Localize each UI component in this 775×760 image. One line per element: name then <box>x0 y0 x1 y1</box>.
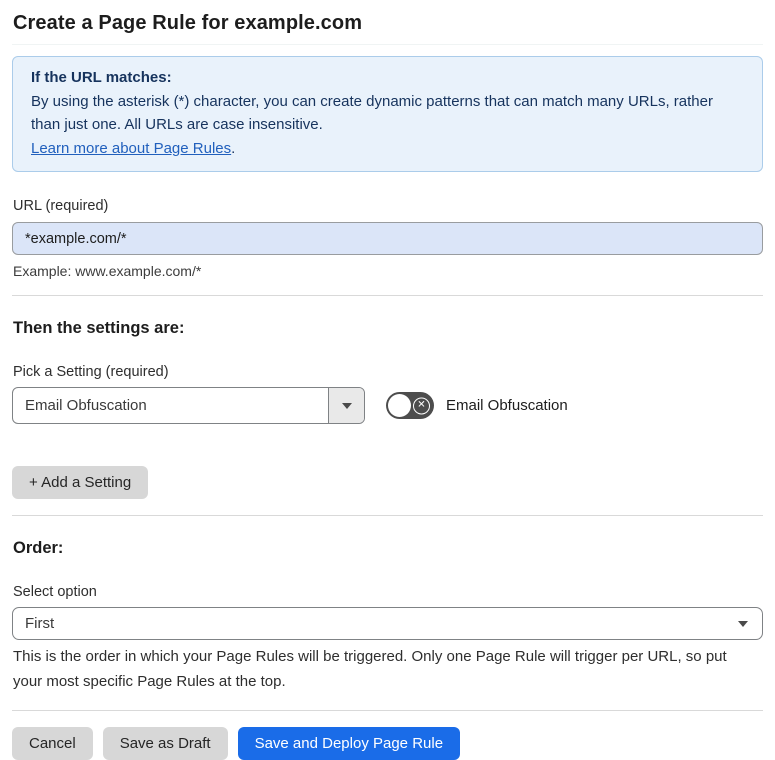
link-period: . <box>231 139 236 157</box>
chevron-down-icon <box>341 402 352 409</box>
email-obfuscation-toggle[interactable]: ✕ <box>386 392 434 419</box>
footer-actions: Cancel Save as Draft Save and Deploy Pag… <box>12 727 763 760</box>
section-divider-2 <box>12 515 763 516</box>
save-draft-button[interactable]: Save as Draft <box>102 727 228 760</box>
info-box-body: By using the asterisk (*) character, you… <box>31 92 713 134</box>
info-box-heading: If the URL matches: <box>31 69 172 86</box>
toggle-knob <box>388 394 411 417</box>
info-box-link-line: Learn more about Page Rules. <box>31 137 744 161</box>
toggle-off-x-icon: ✕ <box>413 397 430 414</box>
setting-select-value: Email Obfuscation <box>25 397 147 414</box>
setting-row: Email Obfuscation ✕ Email Obfuscation <box>12 387 763 424</box>
select-caret-icon <box>738 620 748 627</box>
setting-select[interactable]: Email Obfuscation <box>12 387 365 424</box>
learn-more-link[interactable]: Learn more about Page Rules <box>31 140 231 157</box>
order-section-heading: Order: <box>13 539 64 557</box>
save-deploy-button[interactable]: Save and Deploy Page Rule <box>237 727 461 760</box>
order-select-label: Select option <box>13 584 97 600</box>
url-field-label: URL (required) <box>13 198 109 214</box>
pick-setting-label: Pick a Setting (required) <box>13 364 169 380</box>
url-example-text: Example: www.example.com/* <box>13 263 202 279</box>
url-input[interactable] <box>12 222 763 255</box>
add-setting-button[interactable]: + Add a Setting <box>12 466 149 499</box>
order-help-text: This is the order in which your Page Rul… <box>13 648 727 690</box>
order-select-value: First <box>25 615 55 632</box>
cancel-button[interactable]: Cancel <box>12 727 93 760</box>
toggle-label: Email Obfuscation <box>446 397 568 414</box>
page-title: Create a Page Rule for example.com <box>13 12 363 34</box>
section-divider-1 <box>12 295 763 296</box>
setting-select-arrow-button[interactable] <box>328 388 364 423</box>
order-select[interactable]: First <box>12 607 763 640</box>
footer-divider <box>12 710 763 711</box>
settings-section-heading: Then the settings are: <box>13 319 185 337</box>
url-match-info-box: If the URL matches: By using the asteris… <box>12 56 763 172</box>
title-divider <box>12 44 763 45</box>
page-rule-form: Create a Page Rule for example.com If th… <box>0 0 775 760</box>
